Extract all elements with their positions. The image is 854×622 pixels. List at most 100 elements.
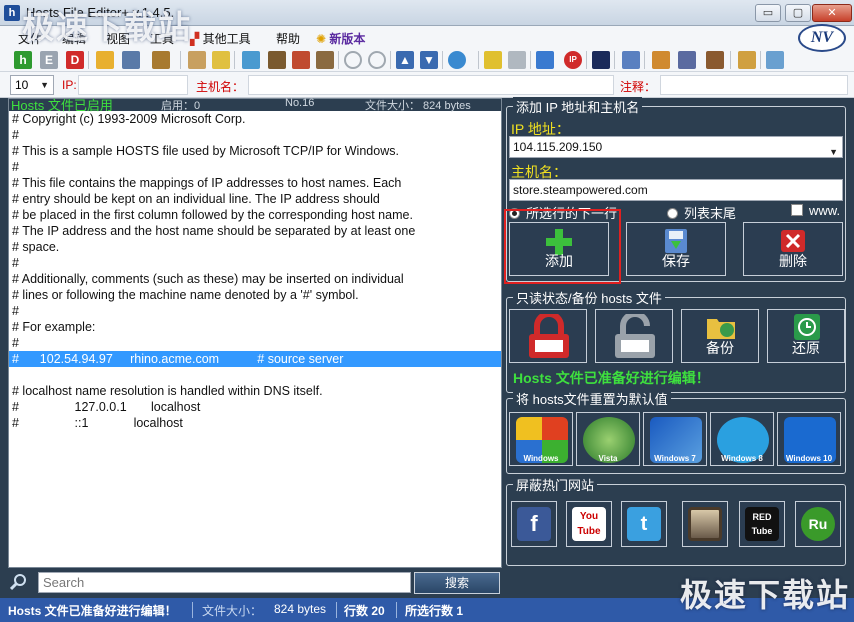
- save-button[interactable]: 保存: [626, 222, 726, 276]
- backup-button[interactable]: 备份: [681, 309, 759, 363]
- windows-xp-label: Windows: [523, 454, 559, 463]
- editor-line[interactable]: # 102.54.94.97 rhino.acme.com # source s…: [9, 351, 501, 367]
- reset-vista-button[interactable]: Vista: [576, 412, 640, 466]
- menu-file[interactable]: 文件: [18, 30, 42, 47]
- move-up-icon[interactable]: ▲: [396, 51, 414, 69]
- pencil-icon[interactable]: [652, 51, 670, 69]
- reset-windows10-button[interactable]: Windows 10: [777, 412, 841, 466]
- note-filter-input[interactable]: [660, 75, 848, 95]
- search-icon: [10, 574, 26, 591]
- reset-windows8-button[interactable]: Windows 8: [710, 412, 774, 466]
- block-facebook-button[interactable]: f: [511, 501, 557, 547]
- ip-filter-input[interactable]: [78, 75, 188, 95]
- list-icon[interactable]: [622, 51, 640, 69]
- www-checkbox[interactable]: www.: [791, 203, 840, 218]
- editor-line[interactable]: #: [9, 303, 501, 319]
- uncheck-circle-icon[interactable]: [368, 51, 386, 69]
- windows8-label: Windows 8: [721, 454, 763, 463]
- windows10-label: Windows 10: [785, 454, 833, 463]
- editor-line[interactable]: # entry should be kept on an individual …: [9, 191, 501, 207]
- editor-line[interactable]: # localhost name resolution is handled w…: [9, 383, 501, 399]
- menu-tools[interactable]: 工具: [150, 30, 174, 47]
- menu-new-version[interactable]: ✺ 新版本: [316, 30, 365, 47]
- ru-icon: Ru: [801, 507, 835, 541]
- toolbar-separator: [390, 51, 391, 69]
- hosts-h-icon[interactable]: h: [14, 51, 32, 69]
- host-filter-input[interactable]: [248, 75, 614, 95]
- copy-icon[interactable]: [268, 51, 286, 69]
- editor-line[interactable]: # This file contains the mappings of IP …: [9, 175, 501, 191]
- search-input[interactable]: Search: [38, 572, 411, 593]
- radio-list-end[interactable]: 列表末尾: [667, 203, 736, 222]
- editor-line[interactable]: # This is a sample HOSTS file used by Mi…: [9, 143, 501, 159]
- key-icon[interactable]: [484, 51, 502, 69]
- editor-line[interactable]: #: [9, 335, 501, 351]
- virus-icon[interactable]: [592, 51, 610, 69]
- box-icon[interactable]: [706, 51, 724, 69]
- menu-other-tools[interactable]: ▞ 其他工具: [190, 30, 251, 47]
- editor-line[interactable]: # The IP address and the host name shoul…: [9, 223, 501, 239]
- editor-line[interactable]: #: [9, 255, 501, 271]
- editor-line[interactable]: # lines or following the machine name de…: [9, 287, 501, 303]
- block-instagram-button[interactable]: [682, 501, 728, 547]
- reset-windows-xp-button[interactable]: Windows: [509, 412, 573, 466]
- ip-icon[interactable]: IP: [564, 51, 582, 69]
- expand-icon[interactable]: [766, 51, 784, 69]
- bug-icon[interactable]: [508, 51, 526, 69]
- hierarchy-icon[interactable]: [536, 51, 554, 69]
- instagram-icon: [688, 507, 722, 541]
- minimize-button[interactable]: ▭: [755, 4, 781, 22]
- close-button[interactable]: ✕: [812, 4, 852, 22]
- block-ru-button[interactable]: Ru: [795, 501, 841, 547]
- ip-filter-label: IP:: [62, 78, 77, 92]
- menu-view[interactable]: 视图: [106, 30, 130, 47]
- editor-lines[interactable]: # Copyright (c) 1993-2009 Microsoft Corp…: [9, 111, 501, 431]
- check-circle-icon[interactable]: [344, 51, 362, 69]
- editor-line[interactable]: # ::1 localhost: [9, 415, 501, 431]
- import-icon[interactable]: [242, 51, 260, 69]
- hosts-editor[interactable]: Hosts 文件已启用 启用：0 No.16 文件大小： 824 bytes #…: [8, 97, 502, 568]
- maximize-button[interactable]: ▢: [785, 4, 811, 22]
- restore-button[interactable]: 还原: [767, 309, 845, 363]
- editor-line[interactable]: #: [9, 127, 501, 143]
- document-icon[interactable]: [316, 51, 334, 69]
- unlock-button[interactable]: [595, 309, 673, 363]
- reset-windows7-button[interactable]: Windows 7: [643, 412, 707, 466]
- editor-line[interactable]: #: [9, 159, 501, 175]
- edit-note-icon[interactable]: [188, 51, 206, 69]
- block-youtube-button[interactable]: You Tube: [566, 501, 612, 547]
- network-icon[interactable]: [152, 51, 170, 69]
- folder-icon[interactable]: [212, 51, 230, 69]
- lock-readonly-button[interactable]: [509, 309, 587, 363]
- globe-icon[interactable]: [448, 51, 466, 69]
- ip-address-value: 104.115.209.150: [513, 140, 603, 154]
- enable-icon[interactable]: E: [40, 51, 58, 69]
- move-down-icon[interactable]: ▼: [420, 51, 438, 69]
- hostname-input[interactable]: store.steampowered.com: [509, 179, 843, 201]
- ip-address-input[interactable]: 104.115.209.150 ▼: [509, 136, 843, 158]
- toolbar-separator: [180, 51, 181, 69]
- editor-line[interactable]: # For example:: [9, 319, 501, 335]
- editor-line[interactable]: # Copyright (c) 1993-2009 Microsoft Corp…: [9, 111, 501, 127]
- open-folder-icon[interactable]: [96, 51, 114, 69]
- row-count-select[interactable]: 10 ▼: [10, 75, 54, 95]
- menu-help[interactable]: 帮助: [276, 30, 300, 47]
- editor-header: Hosts 文件已启用 启用：0 No.16 文件大小： 824 bytes: [9, 97, 501, 113]
- delete-button[interactable]: 删除: [743, 222, 843, 276]
- menu-new-version-label: 新版本: [329, 32, 366, 46]
- tools-icon[interactable]: [678, 51, 696, 69]
- save-disk-icon[interactable]: [122, 51, 140, 69]
- windows7-label: Windows 7: [654, 454, 696, 463]
- disable-icon[interactable]: D: [66, 51, 84, 69]
- editor-line[interactable]: # Additionally, comments (such as these)…: [9, 271, 501, 287]
- editor-line[interactable]: # be placed in the first column followed…: [9, 207, 501, 223]
- editor-line[interactable]: [9, 367, 501, 383]
- editor-line[interactable]: # 127.0.0.1 localhost: [9, 399, 501, 415]
- block-redtube-button[interactable]: RED Tube: [739, 501, 785, 547]
- paste-icon[interactable]: [292, 51, 310, 69]
- block-twitter-button[interactable]: t: [621, 501, 667, 547]
- search-button[interactable]: 搜索: [414, 572, 500, 594]
- menu-edit[interactable]: 编辑: [62, 30, 86, 47]
- lock-icon[interactable]: [738, 51, 756, 69]
- editor-line[interactable]: # space.: [9, 239, 501, 255]
